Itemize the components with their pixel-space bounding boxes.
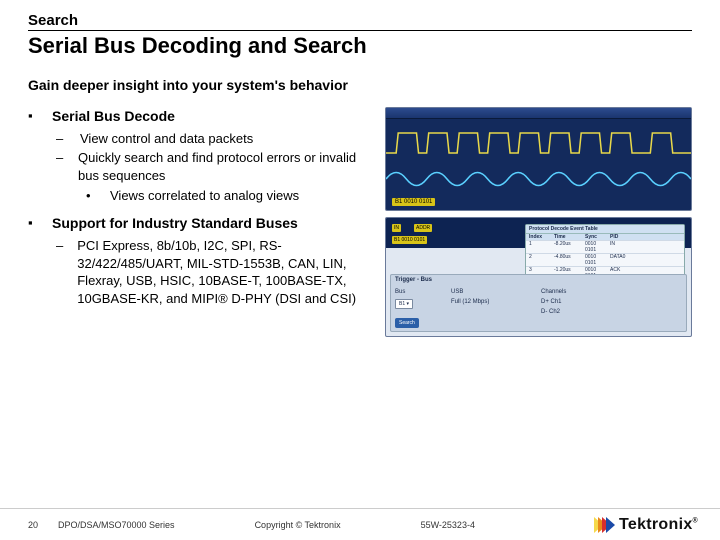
label: Channels: [541, 289, 566, 295]
trigger-panel: Trigger - Bus Bus B1 ▾ USB Full (12 Mbps…: [390, 274, 687, 332]
bullet-square: ▪: [28, 107, 38, 126]
footer-series: DPO/DSA/MSO70000 Series: [58, 520, 175, 530]
table-header: Sync: [585, 234, 607, 240]
list-item: Views correlated to analog views: [110, 187, 299, 205]
label: D+ Ch1: [541, 299, 562, 305]
packet-chip: ADDR: [414, 224, 432, 232]
screenshot-column: B1 0010 0101 IN ADDR B1 0010 0101 Protoc…: [385, 107, 692, 337]
table-header: PID: [610, 234, 632, 240]
footer-copyright: Copyright © Tektronix: [255, 520, 341, 530]
list-item: Quickly search and find protocol errors …: [78, 149, 373, 184]
page-title: Serial Bus Decoding and Search: [28, 33, 692, 59]
cell: 0010 0101: [585, 254, 607, 266]
packet-chip: IN: [392, 224, 401, 232]
cell: 1: [529, 241, 551, 253]
channel-badge: B1 0010 0101: [392, 198, 435, 206]
bullet-dash: –: [56, 130, 66, 148]
cell: 0010 0101: [585, 241, 607, 253]
label: USB: [451, 289, 463, 295]
decode-screenshot: IN ADDR B1 0010 0101 Protocol Decode Eve…: [385, 217, 692, 337]
label: Bus: [395, 289, 405, 295]
bullet-dash: –: [56, 149, 64, 184]
bus-dropdown[interactable]: B1 ▾: [395, 299, 413, 309]
cell: 2: [529, 254, 551, 266]
page-number: 20: [28, 520, 58, 530]
table-title: Protocol Decode Event Table: [526, 225, 684, 234]
logo-chevrons-icon: [599, 516, 615, 534]
footer-docnum: 55W-25323-4: [421, 520, 475, 530]
cell: -8.20us: [554, 241, 582, 253]
cell: IN: [610, 241, 632, 253]
label: Full (12 Mbps): [451, 299, 489, 305]
label: D- Ch2: [541, 309, 560, 315]
body-text: ▪ Serial Bus Decode – View control and d…: [28, 107, 373, 337]
table-header: Time: [554, 234, 582, 240]
list-item: PCI Express, 8b/10b, I2C, SPI, RS-32/422…: [77, 237, 373, 307]
bullet-dash: –: [56, 237, 63, 307]
tektronix-logo: Tektronix®: [599, 516, 698, 534]
section-heading: Serial Bus Decode: [52, 107, 175, 126]
kicker: Search: [28, 12, 692, 31]
oscilloscope-screenshot: B1 0010 0101: [385, 107, 692, 211]
panel-title: Trigger - Bus: [395, 277, 432, 283]
cell: DATA0: [610, 254, 632, 266]
channel-badge: B1 0010 0101: [392, 236, 427, 244]
subtitle: Gain deeper insight into your system's b…: [28, 77, 692, 93]
cell: -4.80us: [554, 254, 582, 266]
section-heading: Support for Industry Standard Buses: [52, 214, 298, 233]
bullet-square: ▪: [28, 214, 38, 233]
footer: 20 DPO/DSA/MSO70000 Series Copyright © T…: [0, 508, 720, 540]
logo-text: Tektronix®: [619, 516, 698, 534]
table-header: Index: [529, 234, 551, 240]
bullet-dot: •: [86, 187, 96, 205]
list-item: View control and data packets: [80, 130, 253, 148]
search-button[interactable]: Search: [395, 318, 419, 328]
